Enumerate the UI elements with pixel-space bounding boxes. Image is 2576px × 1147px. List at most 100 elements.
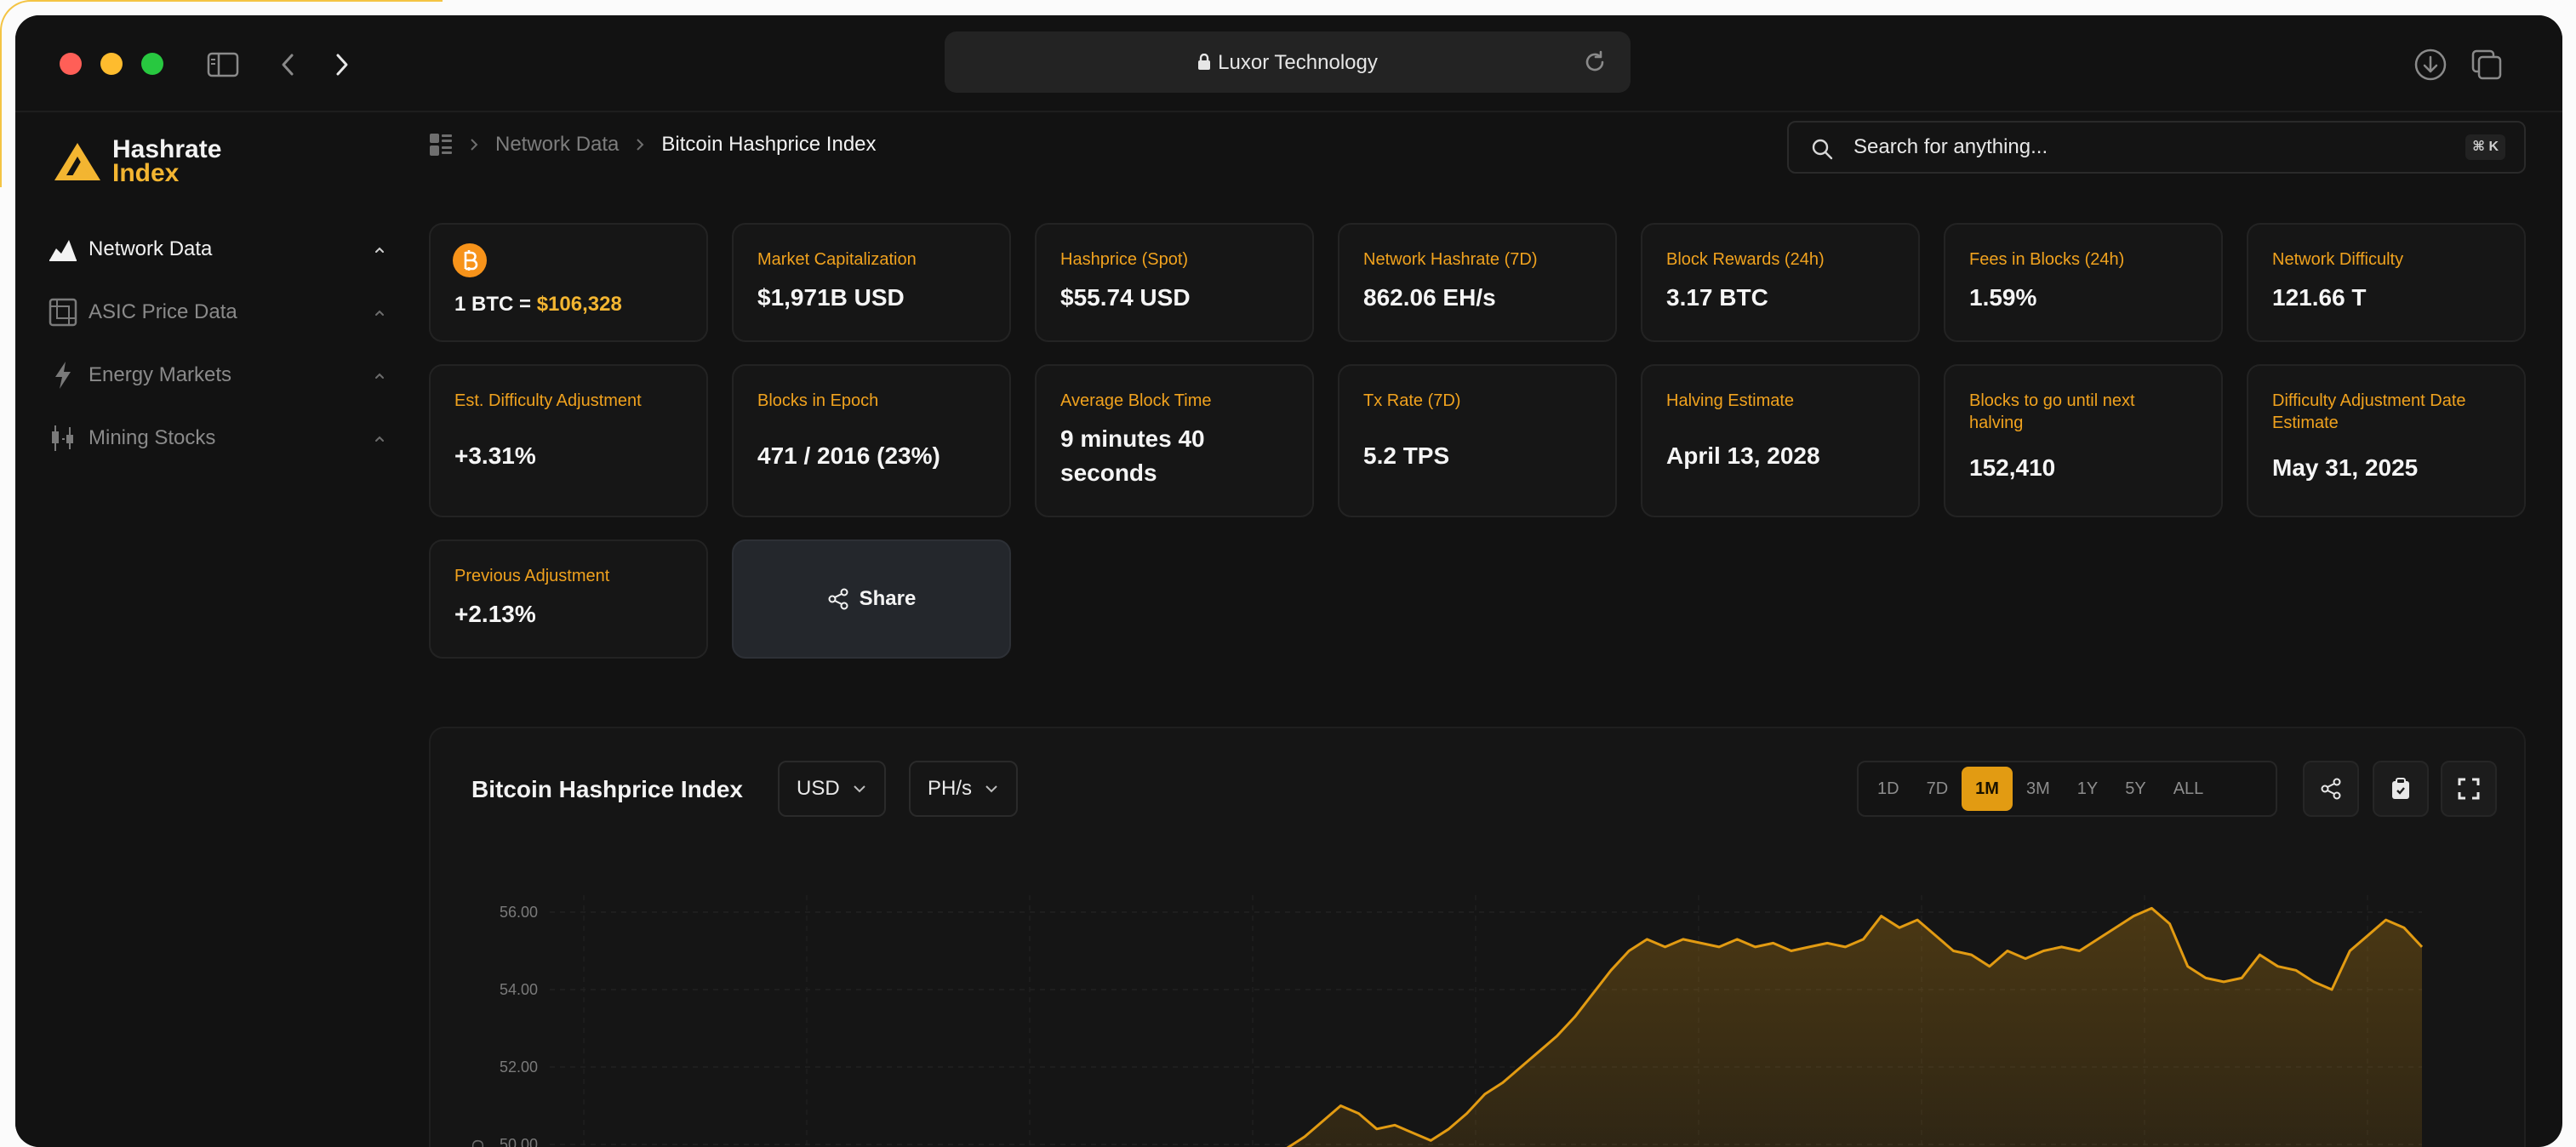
hashprice-chart-panel: Bitcoin Hashprice Index USD PH/s 1D 7D 1… (429, 727, 2526, 1147)
chevron-up-icon[interactable] (371, 431, 388, 448)
stat-label: Network Hashrate (7D) (1363, 250, 1538, 269)
stat-card-market-cap: Market Capitalization $1,971B USD (732, 223, 1011, 342)
stat-label: Blocks in Epoch (757, 391, 879, 410)
range-1m[interactable]: 1M (1962, 767, 2013, 811)
stat-value: 3.17 BTC (1666, 284, 1768, 311)
sidebar-toggle-icon[interactable] (204, 46, 242, 83)
sidebar-item-label: ASIC Price Data (89, 300, 237, 323)
stat-card-difficulty-adjustment-date: Difficulty Adjustment Date Estimate May … (2247, 364, 2526, 517)
chart-copy-button[interactable] (2373, 761, 2429, 817)
chart-fullscreen-button[interactable] (2441, 761, 2497, 817)
minimize-window-button[interactable] (100, 53, 123, 75)
stat-card-hashprice-spot: Hashprice (Spot) $55.74 USD (1035, 223, 1314, 342)
dashboard-grid-icon[interactable] (429, 133, 453, 157)
range-1y[interactable]: 1Y (2064, 767, 2111, 811)
chip-icon (48, 297, 78, 328)
hashprice-area (1288, 908, 2422, 1147)
range-7d[interactable]: 7D (1913, 767, 1962, 811)
chevron-up-icon[interactable] (371, 305, 388, 322)
search-input[interactable] (1853, 123, 2449, 172)
breadcrumb-current-page: Bitcoin Hashprice Index (661, 133, 877, 156)
stat-value: +2.13% (454, 601, 536, 627)
sidebar-item-label: Energy Markets (89, 363, 232, 386)
unit-select[interactable]: PH/s (909, 761, 1019, 817)
browser-toolbar: Luxor Technology (15, 15, 2562, 112)
address-bar[interactable]: Luxor Technology (945, 31, 1631, 93)
reload-icon[interactable] (1581, 49, 1608, 76)
stat-value: 471 / 2016 (23%) (757, 442, 940, 469)
stat-value: $1,971B USD (757, 284, 905, 311)
range-all[interactable]: ALL (2160, 767, 2218, 811)
stat-label: Fees in Blocks (24h) (1969, 250, 2125, 269)
stat-value: 121.66 T (2272, 284, 2367, 311)
browser-window: Luxor Technology Hashrate Index Network (15, 15, 2562, 1147)
stat-label: Block Rewards (24h) (1666, 250, 1825, 269)
btc-price-prefix: 1 BTC = (454, 293, 537, 316)
search-shortcut-badge: ⌘ K (2465, 134, 2505, 160)
stat-label: Network Difficulty (2272, 250, 2404, 269)
stat-label: Est. Difficulty Adjustment (454, 391, 642, 410)
bitcoin-icon (453, 243, 487, 277)
sidebar-item-label: Network Data (89, 237, 213, 260)
search-box[interactable]: ⌘ K (1787, 121, 2526, 174)
range-1d[interactable]: 1D (1864, 767, 1913, 811)
btc-price-card: 1 BTC = $106,328 (429, 223, 708, 342)
unit-select-value: PH/s (928, 777, 973, 800)
logo-mark-icon (54, 143, 100, 180)
chevron-up-icon[interactable] (371, 242, 388, 259)
share-button-label: Share (859, 587, 917, 610)
close-window-button[interactable] (60, 53, 82, 75)
btc-price-value: $106,328 (536, 293, 622, 316)
chart-share-button[interactable] (2303, 761, 2359, 817)
stat-value: 152,410 (1969, 454, 2056, 481)
chevron-right-icon (471, 139, 478, 151)
range-3m[interactable]: 3M (2013, 767, 2064, 811)
range-5y[interactable]: 5Y (2111, 767, 2159, 811)
share-button[interactable]: Share (732, 539, 1011, 659)
chevron-up-icon[interactable] (371, 368, 388, 385)
chart-title: Bitcoin Hashprice Index (471, 776, 743, 802)
y-tick-label: 50.00 (500, 1136, 538, 1147)
sidebar-item-network-data[interactable]: Network Data (48, 218, 388, 281)
downloads-icon[interactable] (2412, 46, 2449, 83)
stat-card-halving-estimate: Halving Estimate April 13, 2028 (1641, 364, 1920, 517)
url-text: Luxor Technology (1218, 51, 1378, 74)
tabs-overview-icon[interactable] (2468, 46, 2505, 83)
stat-value: May 31, 2025 (2272, 454, 2419, 481)
sidebar-item-mining-stocks[interactable]: Mining Stocks (48, 407, 388, 470)
sidebar: Hashrate Index Network Data ASIC Price D… (15, 112, 390, 1147)
stat-label: Tx Rate (7D) (1363, 391, 1461, 410)
zoom-window-button[interactable] (141, 53, 163, 75)
sidebar-item-energy-markets[interactable]: Energy Markets (48, 344, 388, 407)
hashrate-index-logo[interactable]: Hashrate Index (53, 137, 221, 186)
stat-card-block-rewards: Block Rewards (24h) 3.17 BTC (1641, 223, 1920, 342)
stat-value: April 13, 2028 (1666, 442, 1820, 469)
stat-label: Previous Adjustment (454, 567, 610, 585)
y-tick-label: 52.00 (500, 1059, 538, 1076)
stat-label: Average Block Time (1060, 391, 1212, 410)
chevron-down-icon (985, 785, 997, 793)
breadcrumb-network-data[interactable]: Network Data (495, 133, 619, 157)
stat-label: Blocks to go until next halving (1969, 391, 2135, 432)
stat-card-previous-adjustment: Previous Adjustment +2.13% (429, 539, 708, 659)
fullscreen-icon (2458, 778, 2480, 800)
mountain-chart-icon (48, 234, 78, 265)
stat-card-blocks-in-epoch: Blocks in Epoch 471 / 2016 (23%) (732, 364, 1011, 517)
sidebar-item-asic-price-data[interactable]: ASIC Price Data (48, 281, 388, 344)
stat-value: $55.74 USD (1060, 284, 1191, 311)
y-tick-label: 54.00 (500, 981, 538, 998)
clipboard-icon (2392, 778, 2409, 799)
currency-select-value: USD (797, 777, 840, 800)
time-range-selector: 1D 7D 1M 3M 1Y 5Y ALL (1857, 761, 2277, 817)
back-icon[interactable] (269, 46, 306, 83)
lock-icon (1198, 54, 1211, 70)
currency-select[interactable]: USD (778, 761, 886, 817)
stat-card-average-block-time: Average Block Time 9 minutes 40 seconds (1035, 364, 1314, 517)
sidebar-item-label: Mining Stocks (89, 426, 216, 449)
forward-icon[interactable] (323, 46, 361, 83)
lightning-icon (48, 360, 78, 391)
y-tick-label: 56.00 (500, 904, 538, 921)
chevron-down-icon (853, 785, 865, 793)
stat-value: 1.59% (1969, 284, 2037, 311)
stat-card-network-hashrate: Network Hashrate (7D) 862.06 EH/s (1338, 223, 1617, 342)
